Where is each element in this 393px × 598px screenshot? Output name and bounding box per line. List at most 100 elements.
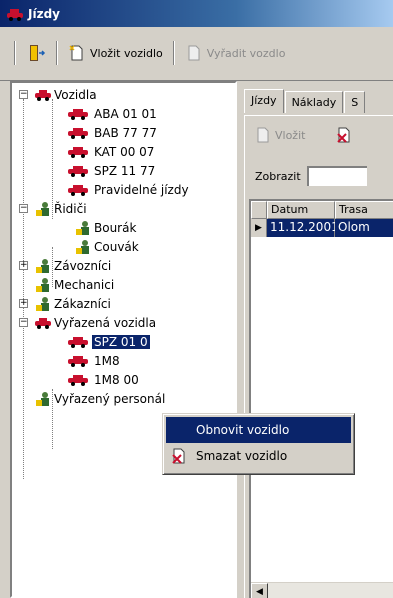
add-vehicle-label: Vložit vozidlo (90, 46, 163, 60)
delete-vehicle-menu-item[interactable]: Smazat vozidlo (166, 443, 351, 469)
context-menu: Obnovit vozidlo Smazat vozidlo (162, 413, 355, 475)
person-icon (36, 391, 49, 406)
tree-node-vehicle[interactable]: BAB 77 77 (64, 123, 159, 142)
collapse-toggle[interactable]: − (19, 90, 28, 99)
tab-panel: Vložit Zobrazit Datum Trasa ▶ 11.12.2001… (244, 115, 393, 598)
delete-icon (172, 448, 185, 464)
person-icon (76, 239, 89, 254)
cell-datum: 11.12.2001 (267, 219, 339, 237)
insert-label: Vložit (275, 128, 306, 142)
tree-node-label: SPZ 11 77 (94, 163, 156, 178)
car-icon (68, 184, 88, 196)
tree-node-vehicle[interactable]: Pravidelné jízdy (64, 180, 191, 199)
tab-s[interactable]: S (344, 91, 366, 113)
tree-node-retired-vehicle[interactable]: SPZ 01 0 (64, 332, 150, 351)
document-icon (188, 45, 200, 61)
tree-node-vehicle[interactable]: KAT 00 07 (64, 142, 156, 161)
collapse-toggle[interactable]: − (19, 204, 28, 213)
tree-node-driver[interactable]: Bourák (74, 218, 138, 237)
title-bar: Jízdy (0, 0, 393, 27)
tree-node-zakaznici[interactable]: Zákazníci (34, 294, 113, 313)
car-icon (68, 165, 88, 177)
sub-toolbar: Vložit (255, 126, 353, 144)
tree-node-label: Vyřazený personál (54, 391, 166, 406)
tree-node-label: SPZ 01 0 (92, 334, 150, 349)
tree-node-label: Závozníci (54, 258, 112, 273)
grid-corner (251, 201, 267, 219)
car-icon (68, 146, 88, 158)
car-icon (68, 108, 88, 120)
window-title: Jízdy (28, 6, 60, 21)
retire-vehicle-label: Vyřadit vozdlo (206, 46, 286, 60)
tree-node-label: BAB 77 77 (94, 125, 157, 140)
toolbar-separator (56, 41, 58, 65)
tree-node-label: 1M8 (94, 353, 120, 368)
tree-node-retired-vehicle[interactable]: 1M8 00 (64, 370, 141, 389)
cell-trasa: Olom (335, 219, 393, 237)
toolbar-separator (14, 41, 16, 65)
tree-node-label: Zákazníci (54, 296, 111, 311)
tab-jizdy[interactable]: Jízdy (244, 89, 284, 113)
car-icon (68, 336, 88, 348)
restore-vehicle-menu-item[interactable]: Obnovit vozidlo (166, 417, 351, 443)
new-document-icon (69, 45, 83, 61)
add-vehicle-button[interactable]: Vložit vozidlo (64, 42, 167, 64)
filter-row: Zobrazit (255, 166, 367, 186)
person-icon (36, 296, 49, 311)
car-icon (35, 89, 51, 101)
row-indicator-icon: ▶ (251, 219, 267, 237)
tree-node-mechanici[interactable]: Mechanici (34, 275, 116, 294)
tree-node-vehicle[interactable]: SPZ 11 77 (64, 161, 157, 180)
tree-view[interactable]: − Vozidla ABA 01 01 BAB 77 77 KAT 00 07 … (10, 81, 237, 598)
tree-node-label: Mechanici (54, 277, 115, 292)
tree-node-vehicle[interactable]: ABA 01 01 (64, 104, 159, 123)
tab-strip: Jízdy Náklady S (244, 89, 366, 113)
retire-vehicle-button[interactable]: Vyřadit vozdlo (181, 42, 290, 64)
tree-node-label: Couvák (94, 239, 139, 254)
toolbar: Vložit vozidlo Vyřadit vozdlo (0, 27, 393, 81)
document-icon (257, 127, 269, 143)
toolbar-separator (172, 41, 175, 65)
column-header-trasa[interactable]: Trasa (335, 201, 393, 219)
tree-node-vozidla[interactable]: Vozidla (34, 85, 99, 104)
tree-node-label: KAT 00 07 (94, 144, 155, 159)
tree-node-label: Vyřazená vozidla (54, 315, 157, 330)
horizontal-scrollbar[interactable]: ◀ (251, 582, 393, 598)
filter-input[interactable] (306, 166, 367, 186)
car-icon (35, 317, 51, 329)
tree-node-ridici[interactable]: Řidiči (34, 199, 89, 218)
tree-node-label: Bourák (94, 220, 137, 235)
delete-icon[interactable] (335, 126, 353, 144)
table-row[interactable]: ▶ 11.12.2001 Olom (251, 219, 393, 237)
tree-node-zavoznici[interactable]: Závozníci (34, 256, 113, 275)
tree-node-label: ABA 01 01 (94, 106, 157, 121)
exit-door-icon (30, 45, 46, 61)
tree-node-label: 1M8 00 (94, 372, 139, 387)
tree-node-vyrazena-vozidla[interactable]: Vyřazená vozidla (34, 313, 158, 332)
tree-node-driver[interactable]: Couvák (74, 237, 141, 256)
filter-label: Zobrazit (255, 169, 301, 183)
expand-toggle[interactable]: + (19, 261, 28, 270)
tree-connector (23, 99, 24, 479)
car-icon (7, 8, 23, 21)
collapse-toggle[interactable]: − (19, 318, 28, 327)
column-header-datum[interactable]: Datum (267, 201, 335, 219)
person-icon (36, 201, 49, 216)
tree-node-vyrazeny-personal[interactable]: Vyřazený personál (34, 389, 167, 408)
insert-button[interactable]: Vložit (255, 127, 305, 143)
tab-naklady[interactable]: Náklady (284, 91, 344, 113)
car-icon (68, 127, 88, 139)
tree-node-label: Řidiči (54, 201, 87, 216)
exit-button[interactable] (22, 41, 50, 65)
tree-node-retired-vehicle[interactable]: 1M8 (64, 351, 122, 370)
expand-toggle[interactable]: + (19, 299, 28, 308)
rides-grid[interactable]: Datum Trasa ▶ 11.12.2001 Olom ◀ (249, 199, 393, 598)
menu-item-label: Obnovit vozidlo (196, 423, 290, 437)
person-icon (76, 220, 89, 235)
grid-header: Datum Trasa (251, 201, 393, 219)
tree-node-label: Pravidelné jízdy (94, 182, 189, 197)
car-icon (68, 355, 88, 367)
detail-pane: Jízdy Náklady S Vložit Zobrazit Datum Tr… (240, 81, 393, 598)
person-icon (36, 258, 49, 273)
scroll-left-icon[interactable]: ◀ (251, 583, 268, 598)
